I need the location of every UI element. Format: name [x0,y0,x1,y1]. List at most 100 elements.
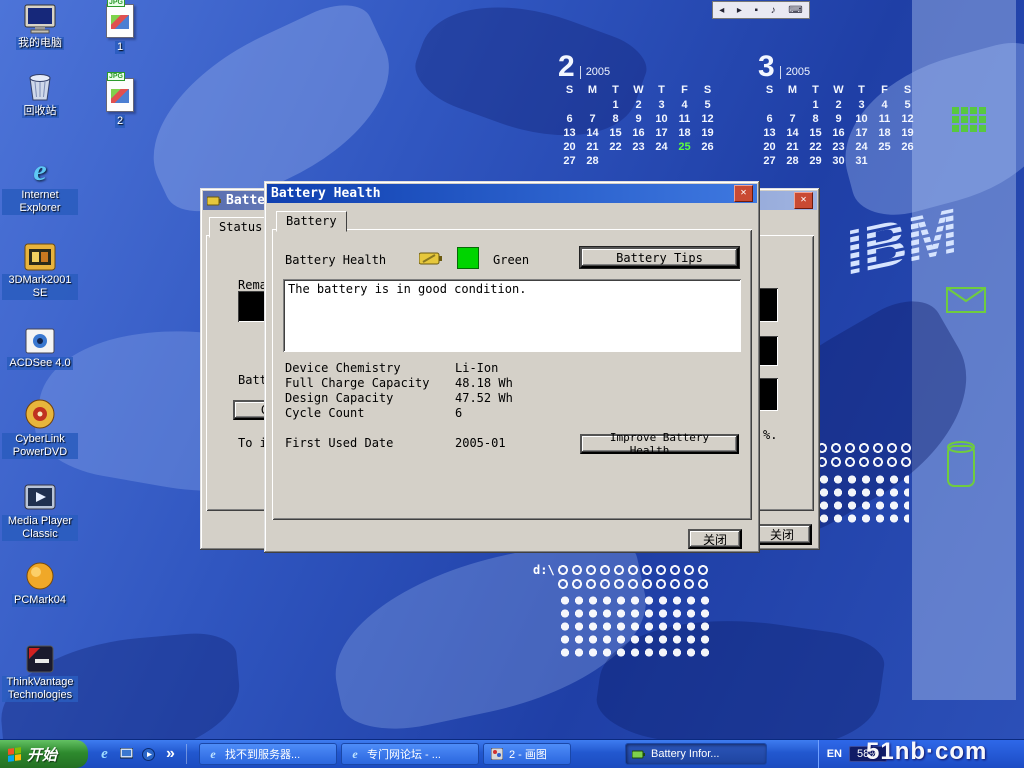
desktop-icon-label: 我的电脑 [16,37,64,50]
battery-percentage[interactable]: 58% [849,746,887,762]
tab-battery[interactable]: Battery [276,211,347,232]
calendar-cell: T [604,84,627,96]
keypad-icon [952,107,986,132]
calendar-cell: 5 [896,99,919,111]
note-icon[interactable]: ♪ [771,5,776,16]
desktop-icon-acdsee[interactable]: ACDSee 4.0 [2,328,78,370]
mute-icon[interactable]: ▪ [755,5,759,16]
show-desktop-icon[interactable] [118,746,135,763]
battery-icon [632,747,646,761]
calendar-cell: 14 [781,127,804,139]
calendar-cell: 18 [873,127,896,139]
desktop-icon-thinkvantage[interactable]: ThinkVantage Technologies [2,645,78,702]
calendar-cell: 10 [850,113,873,125]
calendar-cell: 25 [873,141,896,153]
calendar-cell [581,99,604,111]
close-icon[interactable]: ✕ [794,192,813,209]
battery-icon [419,251,443,265]
calendar-cell [758,99,781,111]
close-button[interactable]: 关闭 [752,524,812,545]
quick-launch: e » [88,744,197,764]
calendar-cell: 21 [581,141,604,153]
3dmark-icon [24,243,56,271]
calendar-march: 3 2005 SMTWTFS 1234567891011121314151617… [758,55,919,167]
volume-down-icon[interactable]: ◂ [719,5,724,16]
calendar-cell: 19 [696,127,719,139]
desktop-icon-internet-explorer[interactable]: e Internet Explorer [2,156,78,215]
language-indicator[interactable]: EN [827,748,842,760]
calendar-cell: 9 [827,113,850,125]
calendar-cell: 29 [804,155,827,167]
media-player-icon[interactable] [140,746,157,763]
calendar-year: 2005 [580,66,610,79]
calendar-cell: 30 [827,155,850,167]
task-label: Battery Infor... [651,748,719,760]
desktop-icon-recycle-bin[interactable]: 回收站 [2,70,78,118]
calendar-cell: W [827,84,850,96]
calendar-cell: 3 [650,99,673,111]
calendar-cell: 28 [781,155,804,167]
close-button[interactable]: 关闭 [688,529,742,549]
desktop-icon-media-player-classic[interactable]: Media Player Classic [2,484,78,541]
drive-label: d:\ [533,563,555,577]
calendar-cell: T [650,84,673,96]
calendar-cell: F [673,84,696,96]
calendar-cell: 27 [558,155,581,167]
ie-icon: e [206,747,220,761]
desktop-icon-powerdvd[interactable]: CyberLink PowerDVD [2,398,78,459]
desktop-icon-label: Media Player Classic [2,515,78,541]
jpg-badge: JPG [107,72,125,81]
battery-cylinder-icon [946,438,976,488]
task-label: 专门网论坛 - ... [367,746,441,762]
calendar-cell: S [896,84,919,96]
button-label: 关闭 [703,531,727,548]
task-button-battery-information[interactable]: Battery Infor... [625,743,767,765]
tab-status[interactable]: Status [209,217,272,238]
thinkvantage-icon [26,645,54,673]
file-icon-2[interactable]: JPG 2 [92,78,148,128]
ie-icon: e [33,156,46,186]
system-tray: EN 58% [818,740,1024,768]
calendar-cell: 15 [604,127,627,139]
calendar-cell [604,155,627,167]
improve-battery-health-button[interactable]: Improve Battery Health... [580,434,739,454]
calendar-cell: 1 [804,99,827,111]
calendar-cell: 12 [896,113,919,125]
desktop-icon-pcmark04[interactable]: PCMark04 [2,561,78,607]
field-value: Li-Ion [455,361,498,375]
desktop-icon-3dmark2001[interactable]: 3DMark2001 SE [2,243,78,300]
file-icon-label: 2 [115,115,125,128]
calendar-month: 3 [758,55,775,79]
calendar-cell: 7 [781,113,804,125]
paint-icon [490,747,504,761]
calendar-cell: 4 [673,99,696,111]
start-button[interactable]: 开始 [0,740,88,768]
close-icon[interactable]: ✕ [734,185,753,202]
desktop-icon-label: PCMark04 [12,594,68,607]
button-label: 关闭 [770,526,794,543]
field-label: Full Charge Capacity [285,376,430,390]
chevron-expand-icon[interactable]: » [162,746,179,763]
osd-toolbar: ◂ ▸ ▪ ♪ ⌨ [712,1,810,19]
battery-tips-button[interactable]: Battery Tips [580,247,739,268]
wallpaper-ring-pattern [556,563,712,591]
task-button-forum[interactable]: e 专门网论坛 - ... [341,743,479,765]
media-player-classic-icon [24,484,56,512]
calendar-cell: 22 [604,141,627,153]
calendar-cell: 10 [650,113,673,125]
task-button-server-not-found[interactable]: e 找不到服务器... [199,743,337,765]
calendar-cell: 22 [804,141,827,153]
calendar-month: 2 [558,55,575,79]
task-button-paint[interactable]: 2 - 画图 [483,743,571,765]
dialog-title-bar[interactable]: Battery Health ✕ [267,184,757,203]
keyboard-icon[interactable]: ⌨ [788,5,802,16]
ie-quicklaunch-icon[interactable]: e [96,746,113,763]
calendar-days: 1234567891011121314151617181920212223242… [558,99,719,167]
file-icon-1[interactable]: JPG 1 [92,4,148,54]
desktop-icon-my-computer[interactable]: 我的电脑 [2,4,78,50]
calendar-cell: T [850,84,873,96]
health-status-swatch [457,247,479,269]
volume-up-icon[interactable]: ▸ [737,5,742,16]
recycle-bin-icon [25,70,55,102]
calendar-cell: S [558,84,581,96]
